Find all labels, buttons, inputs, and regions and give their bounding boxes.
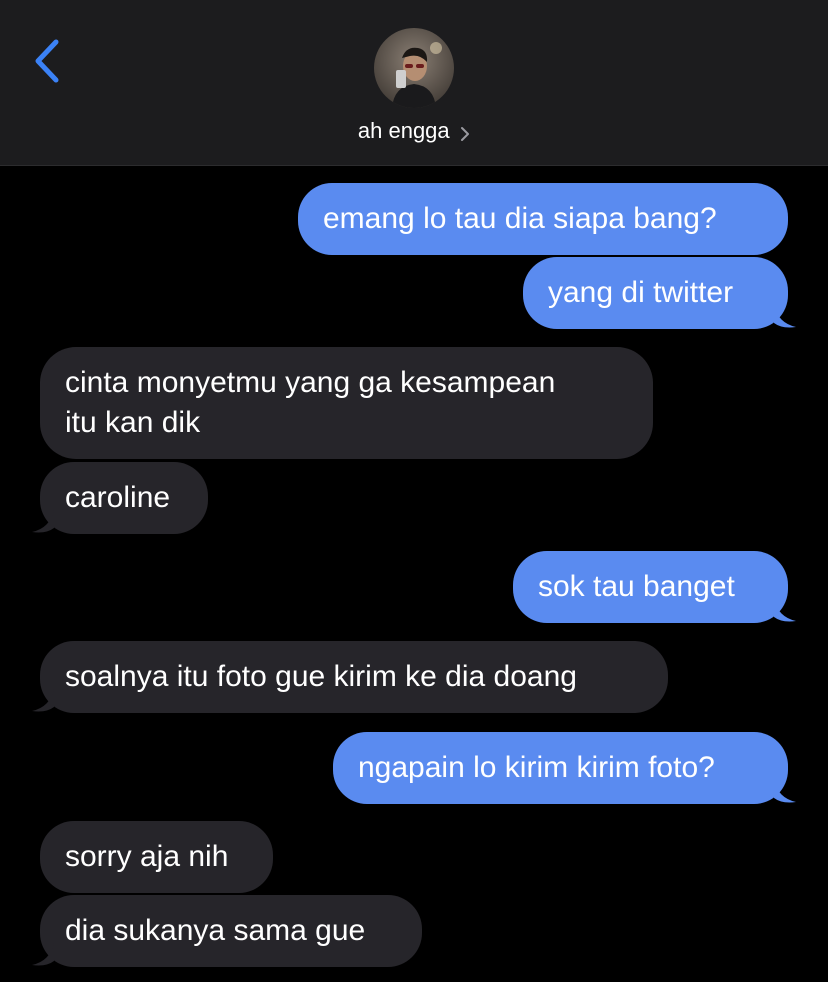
chevron-right-icon — [461, 126, 470, 141]
bubble-tail — [774, 599, 796, 622]
incoming-message[interactable]: cinta monyetmu yang ga kesampean itu kan … — [40, 347, 653, 459]
incoming-message[interactable]: dia sukanya sama gue — [40, 895, 422, 967]
back-button[interactable] — [28, 36, 68, 86]
conversation-header: ah engga — [0, 0, 828, 166]
bubble-tail — [32, 689, 54, 712]
outgoing-message[interactable]: yang di twitter — [523, 257, 788, 329]
chevron-left-icon — [35, 39, 59, 83]
contact-avatar[interactable] — [374, 28, 454, 108]
bubble-tail — [32, 510, 54, 533]
bubble-tail — [774, 780, 796, 803]
outgoing-message[interactable]: emang lo tau dia siapa bang? — [298, 183, 788, 255]
outgoing-message[interactable]: sok tau banget — [513, 551, 788, 623]
incoming-message[interactable]: caroline — [40, 462, 208, 534]
contact-name: ah engga — [357, 118, 450, 143]
bubble-tail — [774, 305, 796, 328]
contact-info-button[interactable]: ah engga — [0, 118, 828, 144]
outgoing-message[interactable]: ngapain lo kirim kirim foto? — [333, 732, 788, 804]
incoming-message[interactable]: sorry aja nih — [40, 821, 273, 893]
bubble-tail — [32, 943, 54, 966]
incoming-message[interactable]: soalnya itu foto gue kirim ke dia doang — [40, 641, 668, 713]
